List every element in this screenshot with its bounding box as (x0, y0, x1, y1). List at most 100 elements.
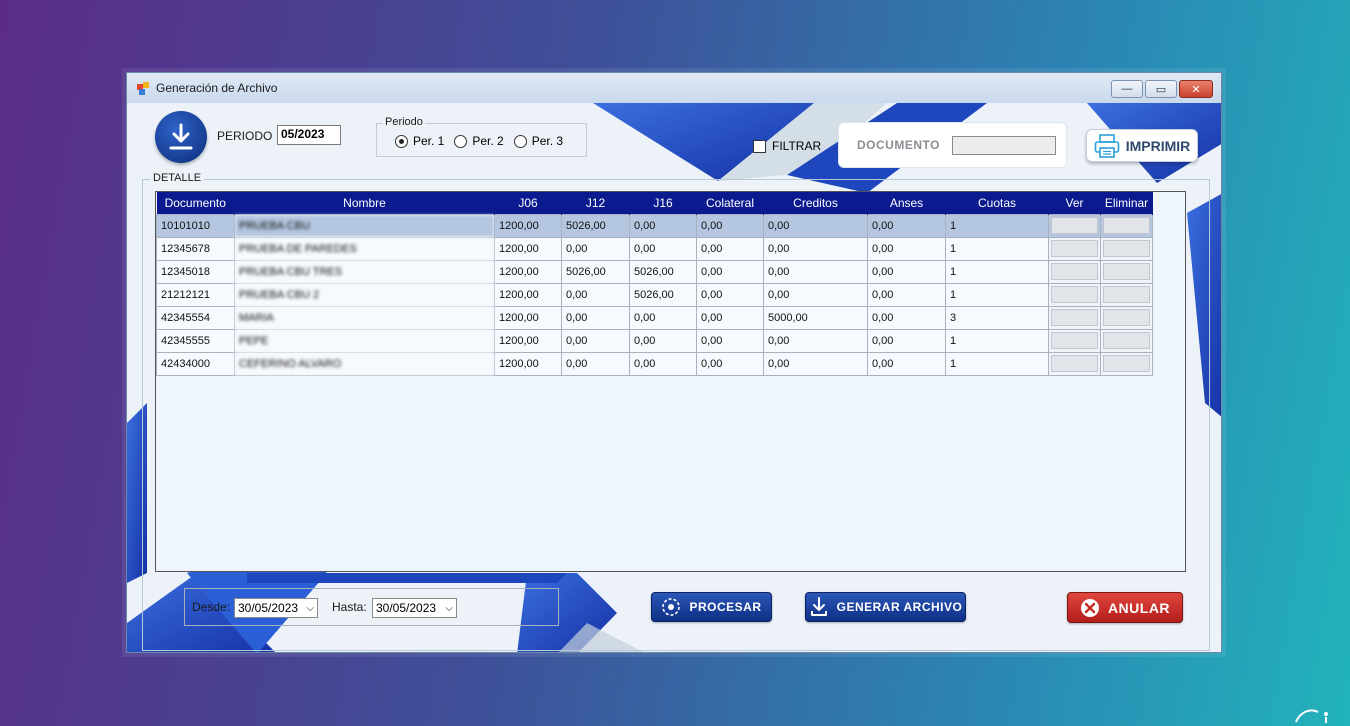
cell-j06[interactable]: 1200,00 (494, 282, 562, 307)
cell-j12[interactable]: 0,00 (561, 328, 630, 353)
cell-creditos[interactable]: 0,00 (763, 236, 868, 261)
eliminar-button[interactable] (1103, 355, 1150, 372)
cell-j16[interactable]: 0,00 (629, 213, 697, 238)
cell-nombre[interactable]: PRUEBA DE PAREDES (234, 236, 495, 261)
hasta-date-picker[interactable]: 30/05/2023 ⌵ (372, 598, 457, 618)
cell-j06[interactable]: 1200,00 (494, 351, 562, 376)
cell-anses[interactable]: 0,00 (867, 259, 946, 284)
eliminar-button[interactable] (1103, 332, 1150, 349)
column-header[interactable]: Nombre (234, 192, 495, 214)
column-header[interactable]: J06 (494, 192, 562, 214)
ver-button[interactable] (1051, 240, 1098, 257)
download-icon[interactable] (155, 111, 207, 163)
cell-j12[interactable]: 0,00 (561, 282, 630, 307)
cell-j16[interactable]: 0,00 (629, 305, 697, 330)
radio-per-2[interactable]: Per. 2 (454, 134, 504, 148)
cell-j12[interactable]: 5026,00 (561, 213, 630, 238)
cell-anses[interactable]: 0,00 (867, 236, 946, 261)
cell-colateral[interactable]: 0,00 (696, 328, 764, 353)
cell-creditos[interactable]: 5000,00 (763, 305, 868, 330)
cell-documento[interactable]: 10101010 (156, 213, 235, 238)
cell-colateral[interactable]: 0,00 (696, 259, 764, 284)
minimize-button[interactable]: — (1111, 80, 1143, 98)
documento-input[interactable] (951, 135, 1056, 155)
cell-j06[interactable]: 1200,00 (494, 236, 562, 261)
periodo-input[interactable]: 05/2023 (277, 125, 341, 145)
column-header[interactable]: Colateral (696, 192, 764, 214)
eliminar-button[interactable] (1103, 217, 1150, 234)
cell-colateral[interactable]: 0,00 (696, 282, 764, 307)
cell-j16[interactable]: 0,00 (629, 328, 697, 353)
table-row[interactable]: 42345554 MARIA 1200,00 0,00 0,00 0,00 5000,00 0… (156, 305, 1153, 330)
imprimir-button[interactable]: IMPRIMIR (1086, 129, 1198, 162)
cell-j06[interactable]: 1200,00 (494, 328, 562, 353)
filtrar-checkbox[interactable]: FILTRAR (753, 139, 821, 153)
table-row[interactable]: 10101010 PRUEBA CBU 1200,00 5026,00 0,00 0,00… (156, 213, 1153, 238)
cell-j06[interactable]: 1200,00 (494, 213, 562, 238)
cell-colateral[interactable]: 0,00 (696, 305, 764, 330)
chevron-down-icon[interactable]: ⌵ (306, 603, 314, 614)
column-header[interactable]: J16 (629, 192, 697, 214)
cell-j12[interactable]: 0,00 (561, 236, 630, 261)
cell-documento[interactable]: 42434000 (156, 351, 235, 376)
generar-archivo-button[interactable]: GENERAR ARCHIVO (805, 592, 966, 622)
ver-button[interactable] (1051, 217, 1098, 234)
cell-j06[interactable]: 1200,00 (494, 259, 562, 284)
cell-cuotas[interactable]: 1 (945, 282, 1049, 307)
cell-cuotas[interactable]: 1 (945, 259, 1049, 284)
ver-button[interactable] (1051, 263, 1098, 280)
column-header[interactable]: Ver (1048, 192, 1101, 214)
procesar-button[interactable]: PROCESAR (651, 592, 772, 622)
table-row[interactable]: 12345678 PRUEBA DE PAREDES 1200,00 0,00 0,00… (156, 236, 1153, 261)
radio-per-3[interactable]: Per. 3 (513, 134, 563, 148)
eliminar-button[interactable] (1103, 309, 1150, 326)
cell-j16[interactable]: 0,00 (629, 351, 697, 376)
cell-j12[interactable]: 0,00 (561, 351, 630, 376)
cell-j16[interactable]: 5026,00 (629, 282, 697, 307)
table-row[interactable]: 42434000 CEFERINO ALVARO 1200,00 0,00 0,00 0,… (156, 351, 1153, 376)
cell-anses[interactable]: 0,00 (867, 305, 946, 330)
ver-button[interactable] (1051, 309, 1098, 326)
detalle-grid[interactable]: Documento Nombre J06 J12 J16 Colateral C… (155, 191, 1186, 572)
cell-cuotas[interactable]: 1 (945, 213, 1049, 238)
cell-j16[interactable]: 0,00 (629, 236, 697, 261)
cell-anses[interactable]: 0,00 (867, 282, 946, 307)
cell-creditos[interactable]: 0,00 (763, 328, 868, 353)
column-header[interactable]: J12 (561, 192, 630, 214)
eliminar-button[interactable] (1103, 263, 1150, 280)
cell-cuotas[interactable]: 1 (945, 236, 1049, 261)
cell-documento[interactable]: 12345678 (156, 236, 235, 261)
cell-creditos[interactable]: 0,00 (763, 213, 868, 238)
cell-nombre[interactable]: PRUEBA CBU (234, 213, 495, 238)
maximize-button[interactable]: ▭ (1145, 80, 1177, 98)
cell-j12[interactable]: 5026,00 (561, 259, 630, 284)
cell-anses[interactable]: 0,00 (867, 328, 946, 353)
cell-creditos[interactable]: 0,00 (763, 351, 868, 376)
cell-nombre[interactable]: PRUEBA CBU 2 (234, 282, 495, 307)
cell-anses[interactable]: 0,00 (867, 213, 946, 238)
cell-documento[interactable]: 21212121 (156, 282, 235, 307)
cell-creditos[interactable]: 0,00 (763, 282, 868, 307)
table-row[interactable]: 12345018 PRUEBA CBU TRES 1200,00 5026,00 502… (156, 259, 1153, 284)
cell-nombre[interactable]: PEPE (234, 328, 495, 353)
cell-nombre[interactable]: PRUEBA CBU TRES (234, 259, 495, 284)
eliminar-button[interactable] (1103, 240, 1150, 257)
cell-nombre[interactable]: CEFERINO ALVARO (234, 351, 495, 376)
chevron-down-icon[interactable]: ⌵ (445, 603, 453, 614)
column-header[interactable]: Anses (867, 192, 946, 214)
cell-cuotas[interactable]: 3 (945, 305, 1049, 330)
cell-j16[interactable]: 5026,00 (629, 259, 697, 284)
cell-documento[interactable]: 42345554 (156, 305, 235, 330)
cell-colateral[interactable]: 0,00 (696, 351, 764, 376)
ver-button[interactable] (1051, 286, 1098, 303)
cell-nombre[interactable]: MARIA (234, 305, 495, 330)
table-row[interactable]: 21212121 PRUEBA CBU 2 1200,00 0,00 5026,00 0,… (156, 282, 1153, 307)
cell-documento[interactable]: 42345555 (156, 328, 235, 353)
ver-button[interactable] (1051, 332, 1098, 349)
table-row[interactable]: 42345555 PEPE 1200,00 0,00 0,00 0,00 0,00 0,00 1 (156, 328, 1153, 353)
column-header[interactable]: Cuotas (945, 192, 1049, 214)
cell-cuotas[interactable]: 1 (945, 351, 1049, 376)
desde-date-picker[interactable]: 30/05/2023 ⌵ (234, 598, 318, 618)
cell-documento[interactable]: 12345018 (156, 259, 235, 284)
ver-button[interactable] (1051, 355, 1098, 372)
